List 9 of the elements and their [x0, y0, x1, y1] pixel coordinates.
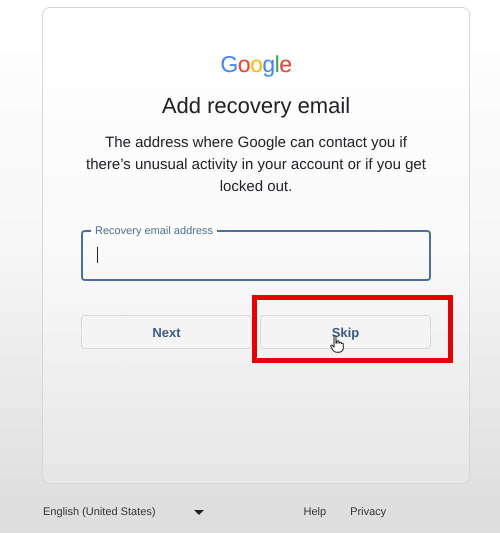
language-selector[interactable]: English (United States) — [43, 506, 156, 518]
page-title: Add recovery email — [162, 92, 350, 120]
description-text: The address where Google can contact you if there’s unusual activity in your account or if you get locked out. — [85, 133, 427, 197]
skip-button[interactable]: Skip — [260, 315, 431, 349]
next-button[interactable]: Next — [81, 315, 252, 349]
footer-link[interactable]: Privacy — [350, 506, 386, 518]
dropdown-caret-icon[interactable] — [194, 510, 204, 514]
footer-link[interactable]: Help — [304, 506, 326, 518]
logo: Google — [220, 51, 292, 77]
